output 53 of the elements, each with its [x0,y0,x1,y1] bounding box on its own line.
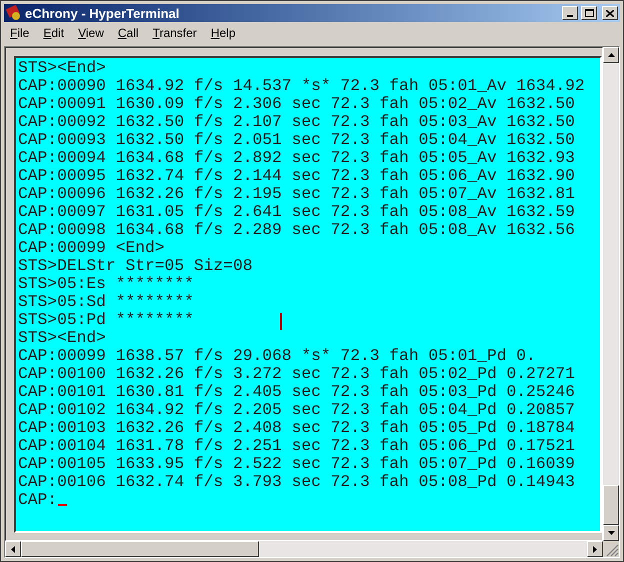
terminal-line: CAP:00090 1634.92 f/s 14.537 *s* 72.3 fah 05:01_Av 1634.92 [18,77,585,95]
mouse-cursor-icon [280,313,282,330]
window-title: eChrony - HyperTerminal [25,6,180,20]
menu-item[interactable]: Edit [37,24,70,42]
terminal-line: CAP:00104 1631.78 f/s 2.251 sec 72.3 fah 05:06_Pd 0.17521 [18,437,575,455]
menu-item[interactable]: Help [204,24,242,42]
app-icon [6,5,22,21]
menu-item[interactable]: Transfer [146,24,203,42]
scroll-down-button[interactable] [603,525,619,541]
minimize-icon [567,15,573,17]
terminal-line: STS><End> [18,329,106,347]
terminal-line: CAP:00101 1630.81 f/s 2.405 sec 72.3 fah 05:03_Pd 0.25246 [18,383,575,401]
terminal-line: CAP:00093 1632.50 f/s 2.051 sec 72.3 fah 05:04_Av 1632.50 [18,131,575,149]
terminal-line: CAP:00105 1633.95 f/s 2.522 sec 72.3 fah 05:07_Pd 0.16039 [18,455,575,473]
minimize-button[interactable] [562,6,578,20]
up-arrow-icon [608,53,614,57]
horizontal-scrollbar[interactable] [5,541,603,557]
scroll-right-button[interactable] [587,541,603,557]
maximize-icon [584,9,594,17]
terminal-line: CAP:00092 1632.50 f/s 2.107 sec 72.3 fah 05:03_Av 1632.50 [18,113,575,131]
down-arrow-icon [608,531,614,535]
maximize-button[interactable] [581,6,597,20]
terminal-line: CAP:00099 <End> [18,239,165,257]
terminal-line: STS>05:Sd ******** [18,293,194,311]
terminal-line: STS>05:Es ******** [18,275,194,293]
scroll-thumb[interactable] [603,485,619,525]
terminal-line: CAP:00091 1630.09 f/s 2.306 sec 72.3 fah 05:02_Av 1632.50 [18,95,575,113]
terminal-line: CAP:00097 1631.05 f/s 2.641 sec 72.3 fah 05:08_Av 1632.59 [18,203,575,221]
text-caret [58,504,68,506]
menu-item[interactable]: File [4,24,36,42]
terminal-line: STS>DELStr Str=05 Siz=08 [18,257,252,275]
close-button[interactable] [602,6,618,20]
terminal-line: CAP:00095 1632.74 f/s 2.144 sec 72.3 fah 05:06_Av 1632.90 [18,167,575,185]
terminal-line: STS><End> [18,59,106,77]
terminal-line: CAP:00099 1638.57 f/s 29.068 *s* 72.3 fah 05:01_Pd 0. [18,347,536,365]
close-icon [606,10,614,16]
terminal-line: CAP:00103 1632.26 f/s 2.408 sec 72.3 fah 05:05_Pd 0.18784 [18,419,575,437]
right-arrow-icon [593,546,597,552]
scroll-left-button[interactable] [5,541,21,557]
terminal-line: CAP: [18,491,58,509]
menu-item[interactable]: Call [112,24,145,42]
terminal-line: CAP:00100 1632.26 f/s 3.272 sec 72.3 fah 05:02_Pd 0.27271 [18,365,575,383]
terminal-line: CAP:00102 1634.92 f/s 2.205 sec 72.3 fah 05:04_Pd 0.20857 [18,401,575,419]
terminal-line: CAP:00106 1632.74 f/s 3.793 sec 72.3 fah 05:08_Pd 0.14943 [18,473,575,491]
terminal-line: CAP:00098 1634.68 f/s 2.289 sec 72.3 fah 05:08_Av 1632.56 [18,221,575,239]
scroll-thumb[interactable] [21,541,259,557]
terminal-line: CAP:00096 1632.26 f/s 2.195 sec 72.3 fah 05:07_Av 1632.81 [18,185,575,203]
left-arrow-icon [11,546,15,552]
terminal-line: CAP:00094 1634.68 f/s 2.892 sec 72.3 fah 05:05_Av 1632.93 [18,149,575,167]
terminal-line: STS>05:Pd ******** [18,311,194,329]
scroll-up-button[interactable] [603,47,619,63]
menu-item[interactable]: View [72,24,110,42]
vertical-scrollbar[interactable] [603,47,619,541]
